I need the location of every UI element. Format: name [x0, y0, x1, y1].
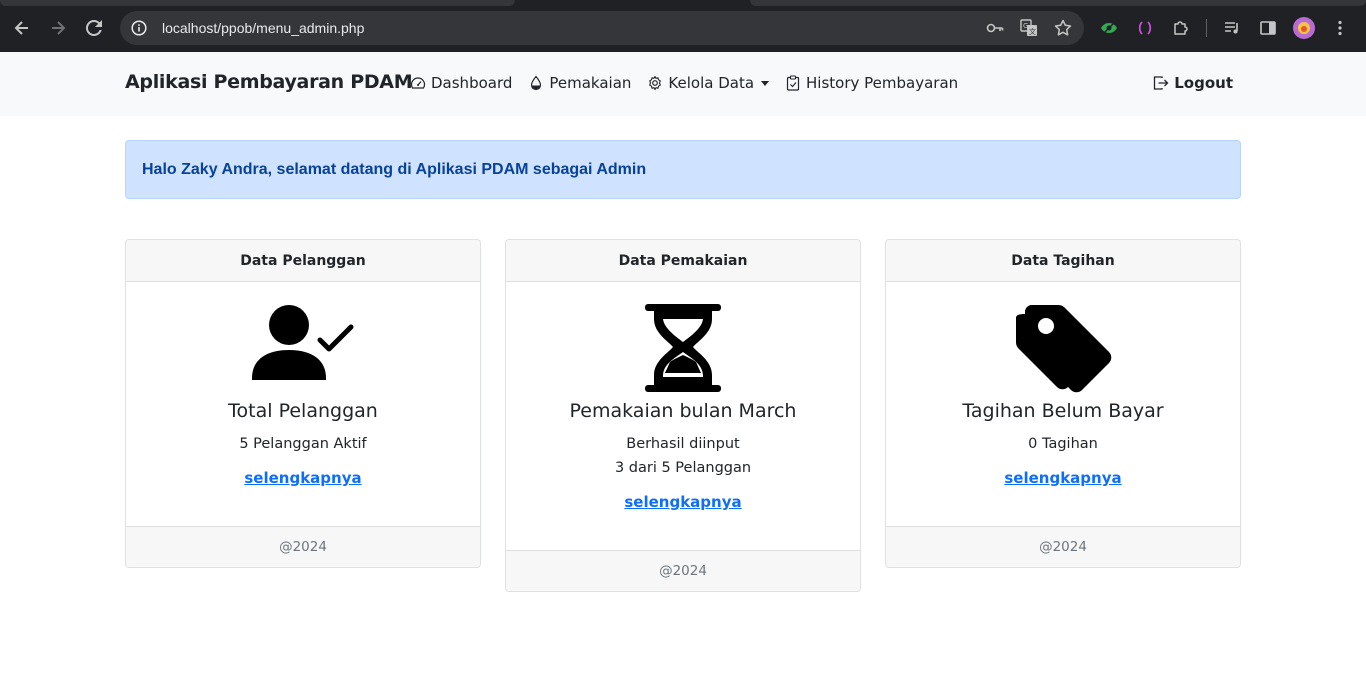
extensions-puzzle-icon[interactable] [1166, 13, 1196, 43]
droplet-icon [531, 75, 542, 91]
logout-button[interactable]: Logout [1153, 74, 1233, 92]
site-info-icon[interactable] [124, 13, 154, 43]
selengkapnya-link[interactable]: selengkapnya [1004, 469, 1121, 487]
gear-icon [649, 75, 662, 91]
kebab-menu-icon[interactable] [1325, 13, 1355, 43]
address-bar[interactable]: localhost/ppob/menu_admin.php G文 [120, 11, 1084, 45]
card-text-line: 0 Tagihan [1028, 436, 1098, 452]
media-queue-icon[interactable] [1217, 13, 1247, 43]
reload-icon[interactable] [76, 10, 112, 46]
logout-label: Logout [1174, 74, 1233, 92]
nav-dashboard-label: Dashboard [431, 74, 513, 92]
card-data-pemakaian: Data Pemakaian Pemakaian bulan March Ber… [505, 239, 861, 592]
bookmark-star-icon[interactable] [1048, 13, 1078, 43]
hourglass-icon [506, 304, 860, 392]
tab-right[interactable] [750, 0, 1366, 6]
clipboard-icon [786, 75, 800, 91]
app-navbar: Aplikasi Pembayaran PDAM Dashboard Pemak… [0, 52, 1366, 116]
tags-icon [886, 304, 1240, 393]
card-footer: @2024 [886, 526, 1240, 567]
card-text-lines: Berhasil diinput 3 dari 5 Pelanggan [506, 432, 860, 480]
selengkapnya-link[interactable]: selengkapnya [624, 493, 741, 511]
welcome-alert: Halo Zaky Andra, selamat datang di Aplik… [125, 140, 1241, 199]
svg-text:文: 文 [1029, 27, 1036, 36]
card-footer: @2024 [126, 526, 480, 567]
speedometer-icon [410, 77, 426, 89]
logout-icon [1154, 76, 1169, 90]
nav-dashboard[interactable]: Dashboard [410, 74, 512, 92]
card-data-tagihan: Data Tagihan Tagihan Belum Bayar 0 Tagih… [885, 239, 1241, 568]
key-icon[interactable] [980, 13, 1010, 43]
nav-kelola-data-dropdown[interactable]: Kelola Data [647, 74, 770, 92]
profile-avatar[interactable] [1289, 13, 1319, 43]
card-title: Pemakaian bulan March [569, 400, 797, 422]
card-header: Data Tagihan [886, 240, 1240, 282]
nav-pemakaian[interactable]: Pemakaian [528, 74, 631, 92]
side-panel-icon[interactable] [1253, 13, 1283, 43]
nav-kelola-data-label: Kelola Data [668, 74, 755, 92]
card-header: Data Pelanggan [126, 240, 480, 282]
person-check-icon [126, 304, 480, 392]
card-text-line: Berhasil diinput [626, 436, 740, 452]
card-footer: @2024 [506, 550, 860, 591]
card-text-line: 3 dari 5 Pelanggan [614, 460, 752, 476]
card-title: Tagihan Belum Bayar [962, 400, 1164, 422]
svg-text:G: G [1023, 22, 1028, 30]
tab-left[interactable] [0, 0, 515, 6]
selengkapnya-link[interactable]: selengkapnya [244, 469, 361, 487]
card-data-pelanggan: Data Pelanggan Total Pelanggan 5 Pelangg… [125, 239, 481, 568]
card-text-line: 5 Pelanggan Aktif [239, 436, 367, 452]
navbar-brand[interactable]: Aplikasi Pembayaran PDAM [125, 71, 413, 93]
toolbar-separator [1206, 19, 1207, 37]
nav-pemakaian-label: Pemakaian [549, 74, 632, 92]
card-title: Total Pelanggan [228, 400, 378, 422]
translate-icon[interactable]: G文 [1014, 13, 1044, 43]
browser-toolbar: localhost/ppob/menu_admin.php G文 [0, 0, 1366, 52]
extension-brackets-icon[interactable] [1130, 13, 1160, 43]
extension-eye-icon[interactable] [1094, 13, 1124, 43]
chevron-down-icon [761, 80, 770, 86]
url-text[interactable]: localhost/ppob/menu_admin.php [162, 20, 364, 36]
back-icon[interactable] [4, 10, 40, 46]
nav-history-pembayaran[interactable]: History Pembayaran [785, 74, 958, 92]
tab-strip [0, 0, 1366, 6]
nav-history-label: History Pembayaran [806, 74, 959, 92]
forward-icon[interactable] [40, 10, 76, 46]
welcome-alert-text: Halo Zaky Andra, selamat datang di Aplik… [142, 160, 647, 178]
card-header: Data Pemakaian [506, 240, 860, 282]
